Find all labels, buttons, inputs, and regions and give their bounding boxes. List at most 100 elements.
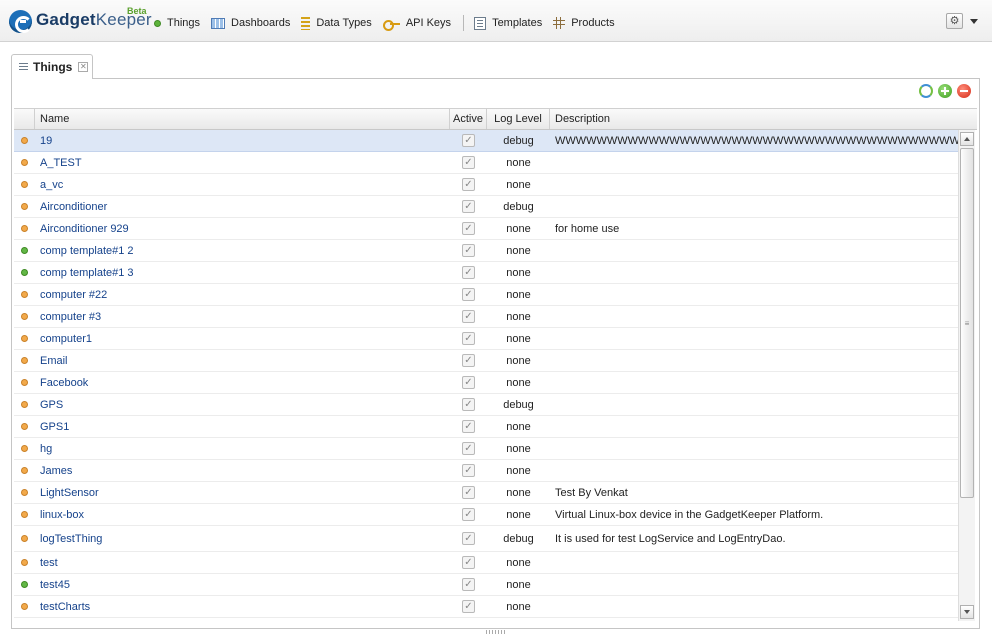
active-checkbox[interactable]: ✓ [462,376,475,389]
thing-name-link[interactable]: comp template#1 3 [35,262,450,283]
thing-name-link[interactable]: James [35,460,450,481]
active-checkbox[interactable]: ✓ [462,266,475,279]
thing-name-link[interactable]: GPS1 [35,416,450,437]
header-log-level[interactable]: Log Level [487,109,550,129]
thing-name-link[interactable]: computer1 [35,328,450,349]
table-row[interactable]: computer1 ✓ none [14,328,958,350]
remove-icon[interactable] [957,84,971,98]
active-checkbox[interactable]: ✓ [462,556,475,569]
active-checkbox[interactable]: ✓ [462,310,475,323]
header-active[interactable]: Active [450,109,487,129]
table-row[interactable]: computer #3 ✓ none [14,306,958,328]
thing-name-link[interactable]: LightSensor [35,482,450,503]
thing-name-link[interactable]: Airconditioner 929 [35,218,450,239]
table-row[interactable]: Facebook ✓ none [14,372,958,394]
thing-name-link[interactable]: test45 [35,574,450,595]
active-checkbox[interactable]: ✓ [462,200,475,213]
thing-name-link[interactable]: hg [35,438,450,459]
active-cell: ✓ [450,262,487,283]
top-toolbar: GadgetKeeper Beta Things Dashboards Data… [0,0,992,42]
nav-templates[interactable]: Templates [474,16,542,30]
vertical-scrollbar[interactable]: ≡ [958,130,975,621]
table-row[interactable]: comp template#1 3 ✓ none [14,262,958,284]
resize-grip-icon[interactable] [486,630,506,634]
table-row[interactable]: James ✓ none [14,460,958,482]
add-icon[interactable] [938,84,952,98]
status-dot-icon [21,225,28,232]
status-cell [14,262,35,283]
active-checkbox[interactable]: ✓ [462,532,475,545]
active-checkbox[interactable]: ✓ [462,508,475,521]
scroll-up-button[interactable] [960,132,974,146]
nav-data-types[interactable]: Data Types [301,16,372,30]
thing-name-link[interactable]: 19 [35,130,450,151]
thing-name-link[interactable]: linux-box [35,504,450,525]
nav-products[interactable]: Products [553,17,615,29]
status-dot-icon [21,203,28,210]
table-row[interactable]: logTestThing ✓ debug It is used for test Lo… [14,526,958,552]
refresh-icon[interactable] [919,84,933,98]
table-row[interactable]: Airconditioner 929 ✓ none for home use [14,218,958,240]
scroll-thumb[interactable]: ≡ [960,148,974,498]
tab-things[interactable]: Things ✕ [11,54,93,79]
scroll-down-button[interactable] [960,605,974,619]
active-checkbox[interactable]: ✓ [462,134,475,147]
thing-name-link[interactable]: a_vc [35,174,450,195]
thing-name-link[interactable]: testCharts [35,596,450,617]
table-row[interactable]: 19 ✓ debug WWWWWWWWWWWWWWWWWWWWWWWWWWWWWWWW… [14,130,958,152]
table-row[interactable]: comp template#1 2 ✓ none [14,240,958,262]
table-row[interactable]: linux-box ✓ none Virtual Linux-box device i… [14,504,958,526]
nav-api-keys[interactable]: API Keys [382,17,451,31]
description-cell [550,152,958,173]
table-row[interactable]: Airconditioner ✓ debug [14,196,958,218]
table-row[interactable]: test ✓ none [14,552,958,574]
thing-name-link[interactable]: Airconditioner [35,196,450,217]
table-row[interactable]: GPS ✓ debug [14,394,958,416]
dashboard-icon [211,17,226,29]
close-icon[interactable]: ✕ [78,62,89,72]
thing-name-link[interactable]: computer #3 [35,306,450,327]
table-row[interactable]: Email ✓ none [14,350,958,372]
table-row[interactable]: LightSensor ✓ none Test By Venkat [14,482,958,504]
gear-icon[interactable]: ⚙ [946,13,963,29]
active-checkbox[interactable]: ✓ [462,486,475,499]
thing-name-link[interactable]: Email [35,350,450,371]
table-row[interactable]: GPS1 ✓ none [14,416,958,438]
table-row[interactable]: a_vc ✓ none [14,174,958,196]
thing-name-link[interactable]: test [35,552,450,573]
active-checkbox[interactable]: ✓ [462,332,475,345]
log-level-cell: none [506,354,531,367]
active-cell: ✓ [450,438,487,459]
table-row[interactable]: hg ✓ none [14,438,958,460]
thing-name-link[interactable]: Facebook [35,372,450,393]
active-checkbox[interactable]: ✓ [462,464,475,477]
table-row[interactable]: A_TEST ✓ none [14,152,958,174]
thing-name-link[interactable]: comp template#1 2 [35,240,450,261]
settings-menu[interactable]: ⚙ [946,13,978,29]
table-row[interactable]: testCharts ✓ none [14,596,958,618]
active-checkbox[interactable]: ✓ [462,578,475,591]
table-row[interactable]: computer #22 ✓ none [14,284,958,306]
active-checkbox[interactable]: ✓ [462,420,475,433]
chevron-down-icon[interactable] [970,18,978,24]
active-checkbox[interactable]: ✓ [462,288,475,301]
thing-name-link[interactable]: GPS [35,394,450,415]
nav-things[interactable]: Things [154,17,200,29]
thing-name-link[interactable]: computer #22 [35,284,450,305]
active-checkbox[interactable]: ✓ [462,222,475,235]
active-checkbox[interactable]: ✓ [462,442,475,455]
thing-name-link[interactable]: A_TEST [35,152,450,173]
header-name[interactable]: Name [35,109,450,129]
log-level-cell: none [506,486,531,499]
table-row[interactable]: test45 ✓ none [14,574,958,596]
header-description[interactable]: Description [550,109,977,129]
active-checkbox[interactable]: ✓ [462,398,475,411]
active-checkbox[interactable]: ✓ [462,600,475,613]
active-checkbox[interactable]: ✓ [462,354,475,367]
thing-name-link[interactable]: logTestThing [35,526,450,551]
active-checkbox[interactable]: ✓ [462,178,475,191]
active-checkbox[interactable]: ✓ [462,244,475,257]
nav-dashboards[interactable]: Dashboards [211,17,290,29]
tab-things-label: Things [33,60,73,74]
active-checkbox[interactable]: ✓ [462,156,475,169]
